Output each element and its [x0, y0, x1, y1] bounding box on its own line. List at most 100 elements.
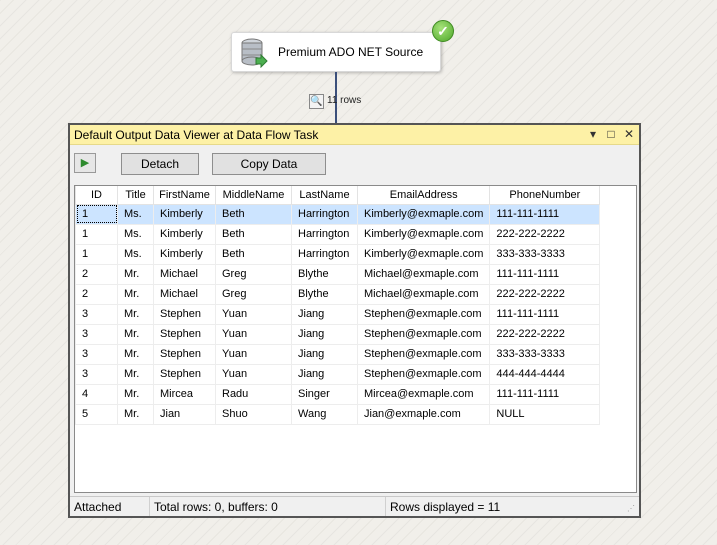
- cell-middlename[interactable]: Yuan: [215, 363, 292, 385]
- table-row[interactable]: 2 Mr. Michael Greg Blythe Michael@exmaple.com…: [75, 283, 601, 305]
- cell-id[interactable]: 3: [75, 303, 118, 325]
- cell-emailaddress[interactable]: Kimberly@exmaple.com: [356, 223, 491, 245]
- cell-emailaddress[interactable]: Michael@exmaple.com: [356, 283, 491, 305]
- table-row[interactable]: 5 Mr. Jian Shuo Wang Jian@exmaple.com NULL: [75, 403, 601, 425]
- cell-firstname[interactable]: Stephen: [153, 343, 216, 365]
- window-dropdown-icon[interactable]: ▾: [587, 127, 599, 141]
- cell-id[interactable]: 2: [75, 283, 118, 305]
- table-row[interactable]: 3 Mr. Stephen Yuan Jiang Stephen@exmaple.com 1…: [75, 303, 601, 325]
- cell-firstname[interactable]: Stephen: [153, 363, 216, 385]
- table-row[interactable]: 3 Mr. Stephen Yuan Jiang Stephen@exmaple.com 2…: [75, 323, 601, 345]
- cell-phonenumber[interactable]: 111-111-1111: [489, 203, 601, 225]
- cell-id[interactable]: 3: [75, 343, 118, 365]
- close-icon[interactable]: ✕: [623, 127, 635, 141]
- cell-firstname[interactable]: Kimberly: [153, 243, 216, 265]
- cell-lastname[interactable]: Jiang: [291, 363, 358, 385]
- table-row[interactable]: 2 Mr. Michael Greg Blythe Michael@exmaple.com…: [75, 263, 601, 285]
- column-header-emailaddress[interactable]: EmailAddress: [356, 186, 491, 205]
- column-header-lastname[interactable]: LastName: [291, 186, 358, 205]
- cell-phonenumber[interactable]: 333-333-3333: [489, 343, 601, 365]
- table-row[interactable]: 3 Mr. Stephen Yuan Jiang Stephen@exmaple.com 3…: [75, 343, 601, 365]
- table-row[interactable]: 1 Ms. Kimberly Beth Harrington Kimberly@exmap…: [75, 223, 601, 245]
- cell-id[interactable]: 1: [75, 223, 118, 245]
- cell-middlename[interactable]: Yuan: [215, 303, 292, 325]
- cell-lastname[interactable]: Harrington: [291, 243, 358, 265]
- table-row[interactable]: 1 Ms. Kimberly Beth Harrington Kimberly@exmap…: [75, 203, 601, 225]
- cell-lastname[interactable]: Jiang: [291, 343, 358, 365]
- cell-lastname[interactable]: Singer: [291, 383, 358, 405]
- cell-phonenumber[interactable]: 444-444-4444: [489, 363, 601, 385]
- cell-title[interactable]: Mr.: [117, 343, 154, 365]
- cell-emailaddress[interactable]: Kimberly@exmaple.com: [356, 243, 491, 265]
- cell-id[interactable]: 1: [75, 243, 118, 265]
- cell-phonenumber[interactable]: 222-222-2222: [489, 223, 601, 245]
- cell-firstname[interactable]: Michael: [153, 283, 216, 305]
- cell-emailaddress[interactable]: Mircea@exmaple.com: [356, 383, 491, 405]
- premium-ado-net-source-component[interactable]: Premium ADO NET Source: [231, 32, 441, 72]
- play-button[interactable]: ▶: [74, 153, 96, 173]
- cell-emailaddress[interactable]: Stephen@exmaple.com: [356, 363, 491, 385]
- cell-phonenumber[interactable]: 222-222-2222: [489, 283, 601, 305]
- column-header-middlename[interactable]: MiddleName: [215, 186, 292, 205]
- cell-lastname[interactable]: Jiang: [291, 323, 358, 345]
- maximize-icon[interactable]: □: [605, 127, 617, 141]
- cell-lastname[interactable]: Blythe: [291, 283, 358, 305]
- copy-data-button[interactable]: Copy Data: [212, 153, 326, 175]
- cell-title[interactable]: Mr.: [117, 323, 154, 345]
- cell-middlename[interactable]: Shuo: [215, 403, 292, 425]
- table-row[interactable]: 1 Ms. Kimberly Beth Harrington Kimberly@exmap…: [75, 243, 601, 265]
- data-grid[interactable]: ID Title FirstName MiddleName LastName EmailA…: [74, 185, 637, 493]
- cell-id[interactable]: 4: [75, 383, 118, 405]
- cell-id[interactable]: 1: [75, 203, 118, 225]
- cell-emailaddress[interactable]: Michael@exmaple.com: [356, 263, 491, 285]
- cell-id[interactable]: 5: [75, 403, 118, 425]
- detach-button[interactable]: Detach: [121, 153, 199, 175]
- cell-title[interactable]: Mr.: [117, 263, 154, 285]
- cell-title[interactable]: Mr.: [117, 283, 154, 305]
- column-header-firstname[interactable]: FirstName: [153, 186, 216, 205]
- cell-id[interactable]: 3: [75, 363, 118, 385]
- cell-title[interactable]: Ms.: [117, 243, 154, 265]
- cell-middlename[interactable]: Greg: [215, 283, 292, 305]
- table-row[interactable]: 3 Mr. Stephen Yuan Jiang Stephen@exmaple.com 4…: [75, 363, 601, 385]
- cell-firstname[interactable]: Stephen: [153, 323, 216, 345]
- cell-lastname[interactable]: Harrington: [291, 203, 358, 225]
- cell-middlename[interactable]: Beth: [215, 243, 292, 265]
- cell-phonenumber[interactable]: 111-111-1111: [489, 383, 601, 405]
- cell-lastname[interactable]: Wang: [291, 403, 358, 425]
- column-header-phonenumber[interactable]: PhoneNumber: [489, 186, 601, 205]
- column-header-id[interactable]: ID: [75, 186, 118, 205]
- cell-id[interactable]: 3: [75, 323, 118, 345]
- cell-middlename[interactable]: Yuan: [215, 343, 292, 365]
- cell-title[interactable]: Mr.: [117, 303, 154, 325]
- cell-lastname[interactable]: Blythe: [291, 263, 358, 285]
- cell-title[interactable]: Mr.: [117, 383, 154, 405]
- resize-grip-icon[interactable]: ⋰: [627, 504, 637, 514]
- cell-firstname[interactable]: Michael: [153, 263, 216, 285]
- cell-middlename[interactable]: Yuan: [215, 323, 292, 345]
- cell-title[interactable]: Mr.: [117, 403, 154, 425]
- cell-lastname[interactable]: Jiang: [291, 303, 358, 325]
- cell-emailaddress[interactable]: Stephen@exmaple.com: [356, 343, 491, 365]
- cell-middlename[interactable]: Beth: [215, 203, 292, 225]
- cell-firstname[interactable]: Kimberly: [153, 203, 216, 225]
- cell-middlename[interactable]: Radu: [215, 383, 292, 405]
- cell-phonenumber[interactable]: 222-222-2222: [489, 323, 601, 345]
- column-header-title[interactable]: Title: [117, 186, 154, 205]
- cell-emailaddress[interactable]: Kimberly@exmaple.com: [356, 203, 491, 225]
- cell-title[interactable]: Ms.: [117, 223, 154, 245]
- cell-id[interactable]: 2: [75, 263, 118, 285]
- cell-firstname[interactable]: Jian: [153, 403, 216, 425]
- cell-lastname[interactable]: Harrington: [291, 223, 358, 245]
- cell-title[interactable]: Ms.: [117, 203, 154, 225]
- cell-phonenumber[interactable]: 333-333-3333: [489, 243, 601, 265]
- cell-emailaddress[interactable]: Jian@exmaple.com: [356, 403, 491, 425]
- data-viewer-magnifier-icon[interactable]: 🔍: [309, 94, 324, 109]
- cell-firstname[interactable]: Stephen: [153, 303, 216, 325]
- cell-firstname[interactable]: Kimberly: [153, 223, 216, 245]
- cell-phonenumber[interactable]: 111-111-1111: [489, 263, 601, 285]
- window-title-bar[interactable]: Default Output Data Viewer at Data Flow …: [70, 125, 639, 145]
- cell-title[interactable]: Mr.: [117, 363, 154, 385]
- table-row[interactable]: 4 Mr. Mircea Radu Singer Mircea@exmaple.com 11…: [75, 383, 601, 405]
- cell-emailaddress[interactable]: Stephen@exmaple.com: [356, 303, 491, 325]
